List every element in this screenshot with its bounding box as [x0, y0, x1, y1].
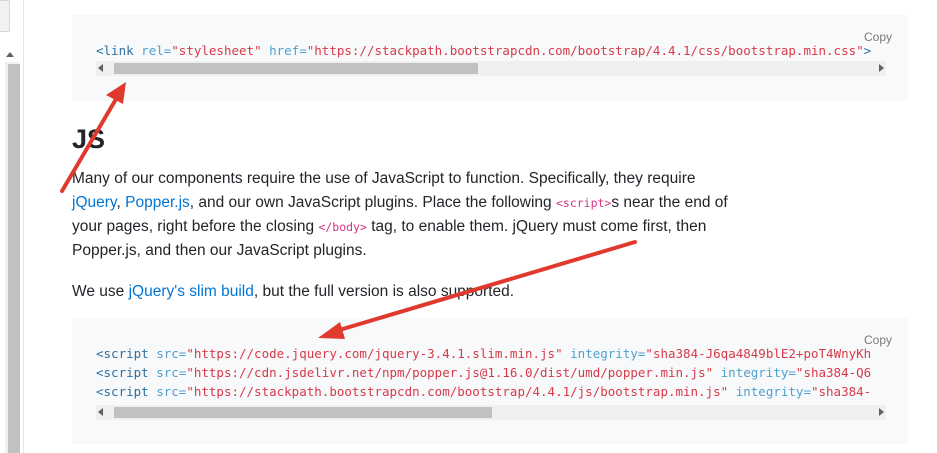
horizontal-scroll-thumb[interactable]	[114, 407, 492, 418]
scroll-right-arrow-icon[interactable]	[879, 64, 884, 72]
code-line: <script src="https://stackpath.bootstrap…	[96, 384, 872, 399]
scripts-code-block: Copy <script src="https://code.jquery.co…	[72, 318, 908, 444]
css-code-block: Copy <link rel="stylesheet" href="https:…	[72, 15, 908, 101]
scroll-left-arrow-icon[interactable]	[98, 64, 103, 72]
horizontal-scroll-thumb[interactable]	[114, 63, 478, 74]
scroll-left-arrow-icon[interactable]	[98, 408, 103, 416]
jquery-slim-build-link[interactable]: jQuery's slim build	[129, 283, 254, 300]
inline-code-body: </body>	[318, 220, 367, 234]
side-panel-tab[interactable]	[0, 0, 10, 32]
jquery-link[interactable]: jQuery	[72, 194, 117, 211]
code-line: <link rel="stylesheet" href="https://sta…	[96, 43, 872, 58]
code-line: <script src="https://code.jquery.com/jqu…	[96, 346, 872, 361]
horizontal-scrollbar[interactable]	[96, 61, 886, 76]
paragraph-intro: Many of our components require the use o…	[72, 170, 728, 259]
page-scrollbar-thumb[interactable]	[8, 64, 20, 453]
scroll-up-arrow-icon[interactable]	[6, 52, 14, 57]
section-heading: JS	[72, 124, 106, 154]
horizontal-scrollbar[interactable]	[96, 405, 886, 420]
popper-link[interactable]: Popper.js	[125, 194, 190, 211]
inline-code-script: <script>	[555, 196, 612, 210]
scroll-right-arrow-icon[interactable]	[879, 408, 884, 416]
code-line: <script src="https://cdn.jsdelivr.net/np…	[96, 365, 872, 380]
paragraph-slim-build: We use jQuery's slim build, but the full…	[72, 283, 515, 300]
code-lines: <script src="https://code.jquery.com/jqu…	[96, 344, 892, 401]
